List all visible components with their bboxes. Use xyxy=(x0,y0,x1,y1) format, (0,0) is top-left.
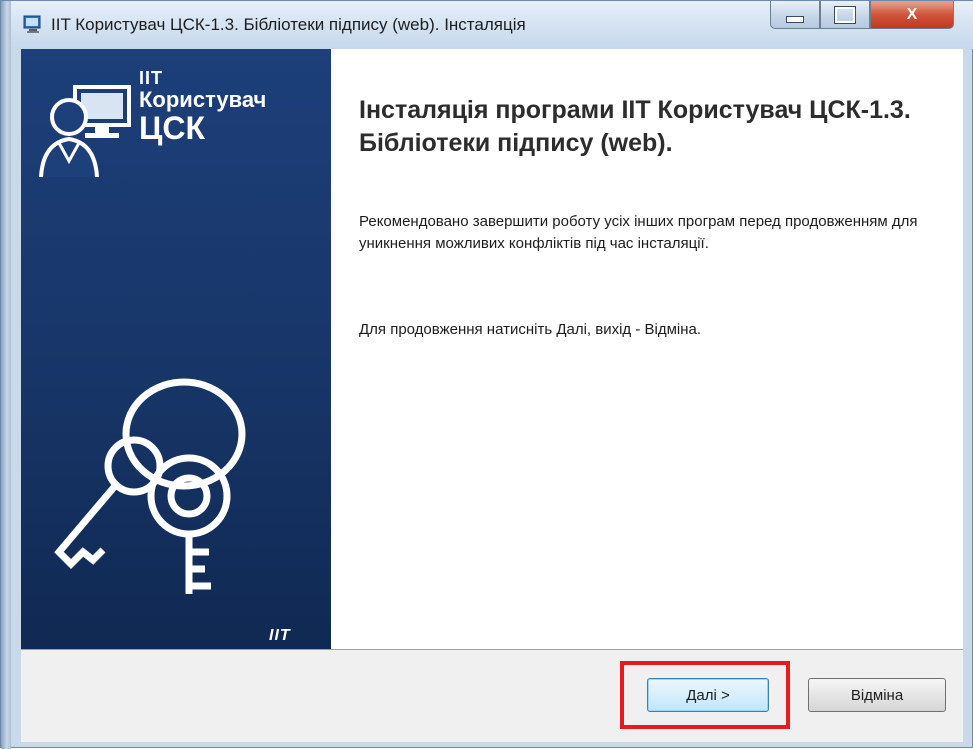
cancel-button[interactable]: Відміна xyxy=(808,678,946,712)
minimize-button[interactable] xyxy=(770,1,820,29)
button-bar: Далі > Відміна xyxy=(21,649,963,742)
user-computer-icon xyxy=(35,77,135,192)
logo-line-user: Користувач xyxy=(139,87,267,112)
close-icon: X xyxy=(906,5,918,23)
title-bar[interactable]: IIT Користувач ЦСК-1.3. Бібліотеки підпи… xyxy=(11,1,973,49)
wizard-sidebar-banner: IIT Користувач ЦСК IIT xyxy=(21,49,331,649)
minimize-icon xyxy=(786,16,804,23)
sidebar-logo: IIT Користувач ЦСК xyxy=(139,69,266,144)
installer-window: IIT Користувач ЦСК-1.3. Бібліотеки підпи… xyxy=(0,0,973,749)
logo-line-csk: ЦСК xyxy=(139,110,206,146)
close-button[interactable]: X xyxy=(870,1,954,29)
window-controls: X xyxy=(770,1,966,31)
window-left-edge xyxy=(1,1,11,749)
logo-line-iit: IIT xyxy=(139,68,163,88)
recommendation-text: Рекомендовано завершити роботу усіх інши… xyxy=(359,213,918,252)
maximize-icon xyxy=(835,6,855,23)
installer-icon xyxy=(23,14,43,34)
window-title: IIT Користувач ЦСК-1.3. Бібліотеки підпи… xyxy=(51,15,526,34)
maximize-button[interactable] xyxy=(820,1,870,29)
instruction-text: Для продовження натисніть Далі, вихід - … xyxy=(359,321,702,338)
keys-icon xyxy=(39,364,269,599)
page-title: Інсталяція програми IIT Користувач ЦСК-1… xyxy=(359,96,911,157)
wizard-content: IIT Користувач ЦСК IIT Інсталяція програ… xyxy=(21,49,963,649)
sidebar-brand-logo: IIT xyxy=(269,627,291,644)
next-button[interactable]: Далі > xyxy=(647,678,769,712)
